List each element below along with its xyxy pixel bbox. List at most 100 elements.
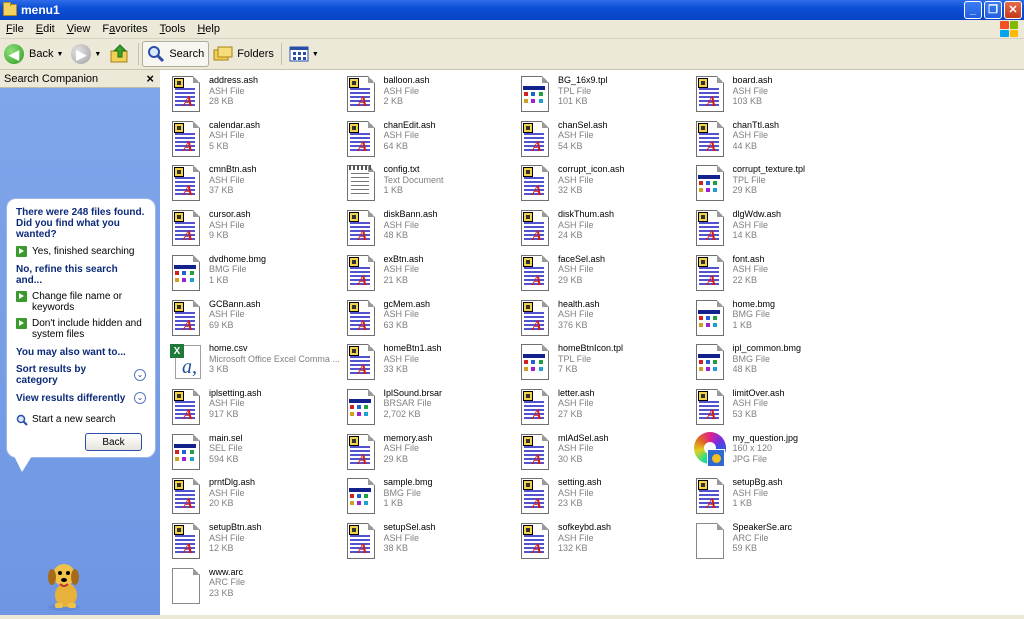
file-type: ASH File	[558, 487, 594, 498]
file-size: 64 KB	[383, 140, 409, 151]
forward-button[interactable]: ▶ ▼	[67, 41, 105, 67]
file-item[interactable]: homeBtnIcon.tpl TPL File 7 KB	[519, 342, 693, 386]
file-item[interactable]: AchanEdit.ash ASH File 64 KB	[345, 119, 519, 163]
up-folder-button[interactable]	[105, 41, 135, 67]
menu-item-view[interactable]: View	[61, 23, 97, 35]
file-item[interactable]: AsetupBg.ash ASH File 1 KB	[694, 476, 868, 520]
new-search-label: Start a new search	[32, 414, 116, 425]
menu-item-tools[interactable]: Tools	[154, 23, 192, 35]
chevron-down-icon[interactable]: ▼	[56, 51, 63, 58]
chevron-down-icon[interactable]: ⌄	[134, 369, 146, 381]
ash-file-icon: A	[519, 476, 552, 516]
file-item[interactable]: corrupt_texture.tpl TPL File 29 KB	[694, 163, 868, 207]
yes-finished-option[interactable]: Yes, finished searching	[16, 246, 146, 257]
file-item[interactable]: AcmnBtn.ash ASH File 37 KB	[170, 163, 344, 207]
file-item[interactable]: A GCBann.ash ASH File 69 KB	[170, 298, 344, 342]
chevron-down-icon[interactable]: ▼	[312, 51, 319, 58]
views-button[interactable]: ▼	[285, 41, 323, 67]
back-button[interactable]: Back	[85, 433, 142, 451]
change-file-name-option[interactable]: Change file name or keywords	[16, 291, 146, 313]
file-item[interactable]: Amemory.ash ASH File 29 KB	[345, 432, 519, 476]
file-item[interactable]: home.bmg BMG File 1 KB	[694, 298, 868, 342]
file-item[interactable]: AexBtn.ash ASH File 21 KB	[345, 253, 519, 297]
file-item[interactable]: AlimitOver.ash ASH File 53 KB	[694, 387, 868, 431]
chevron-down-icon[interactable]: ▼	[94, 51, 101, 58]
file-name: main.sel	[209, 432, 243, 443]
file-item[interactable]: config.txt Text Document 1 KB	[345, 163, 519, 207]
file-item[interactable]: AchanSel.ash ASH File 54 KB	[519, 119, 693, 163]
file-item[interactable]: Acursor.ash ASH File 9 KB	[170, 208, 344, 252]
chip-icon	[174, 122, 184, 133]
sort-results-option[interactable]: Sort results by category ⌄	[16, 364, 146, 386]
file-name: iplsetting.ash	[209, 387, 262, 398]
back-button[interactable]: ◀ Back ▼	[0, 41, 67, 67]
file-item[interactable]: Xa, home.csv Microsoft Office Excel Comma …	[170, 342, 344, 386]
file-item[interactable]: AfaceSel.ash ASH File 29 KB	[519, 253, 693, 297]
view-results-option[interactable]: View results differently ⌄	[16, 392, 146, 404]
chevron-down-icon[interactable]: ⌄	[134, 392, 146, 404]
file-type: ASH File	[209, 174, 245, 185]
file-item[interactable]: AgcMem.ash ASH File 63 KB	[345, 298, 519, 342]
file-item[interactable]: main.sel SEL File 594 KB	[170, 432, 344, 476]
menu-item-favorites[interactable]: Favorites	[96, 23, 153, 35]
file-size: 38 KB	[383, 543, 409, 553]
file-details: SpeakerSe.arc ARC File 59 KB	[733, 521, 793, 565]
menu-item-file[interactable]: File	[0, 23, 30, 35]
file-size: 29 KB	[383, 453, 409, 464]
file-item[interactable]: SpeakerSe.arc ARC File 59 KB	[694, 521, 868, 565]
file-item[interactable]: Aboard.ash ASH File 103 KB	[694, 74, 868, 118]
file-item[interactable]: Aletter.ash ASH File 27 KB	[519, 387, 693, 431]
file-item[interactable]: Asofkeybd.ash ASH File 132 KB	[519, 521, 693, 565]
file-item[interactable]: BG_16x9.tpl TPL File 101 KB	[519, 74, 693, 118]
file-item[interactable]: AdiskThum.ash ASH File 24 KB	[519, 208, 693, 252]
file-item[interactable]: Aballoon.ash ASH File 2 KB	[345, 74, 519, 118]
file-item[interactable]: Aiplsetting.ash ASH File 917 KB	[170, 387, 344, 431]
file-item[interactable]: AprntDlg.ash ASH File 20 KB	[170, 476, 344, 520]
search-button[interactable]: Search	[142, 41, 210, 67]
file-item[interactable]: Ahealth.ash ASH File 376 KB	[519, 298, 693, 342]
chip-icon	[174, 212, 184, 223]
bubble-tail	[14, 456, 32, 472]
file-item[interactable]: AhomeBtn1.ash ASH File 33 KB	[345, 342, 519, 386]
image-file-icon	[170, 253, 203, 293]
file-item[interactable]: Afont.ash ASH File 22 KB	[694, 253, 868, 297]
ash-file-icon: A	[345, 432, 378, 472]
file-item[interactable]: Acorrupt_icon.ash ASH File 32 KB	[519, 163, 693, 207]
file-item[interactable]: sample.bmg BMG File 1 KB	[345, 476, 519, 520]
menu-item-help[interactable]: Help	[191, 23, 226, 35]
menu-item-edit[interactable]: Edit	[30, 23, 61, 35]
rover-dog-icon[interactable]	[40, 557, 88, 613]
file-item[interactable]: IplSound.brsar BRSAR File 2,702 KB	[345, 387, 519, 431]
file-size: 917 KB	[209, 408, 239, 419]
file-name: chanTtl.ash	[732, 119, 780, 130]
file-item[interactable]: www.arc ARC File 23 KB	[170, 566, 344, 610]
file-name: letter.ash	[558, 387, 595, 398]
minimize-button[interactable]: _	[964, 1, 982, 19]
maximize-button[interactable]: ❐	[984, 1, 1002, 19]
file-item[interactable]: AsetupSel.ash ASH File 38 KB	[345, 521, 519, 565]
file-item[interactable]: AdlgWdw.ash ASH File 14 KB	[694, 208, 868, 252]
new-search-option[interactable]: Start a new search	[16, 414, 146, 426]
windows-logo-icon	[1000, 21, 1018, 37]
exclude-hidden-option[interactable]: Don't include hidden and system files	[16, 318, 146, 340]
file-item[interactable]: my_question.jpg 160 x 120 JPG File	[693, 431, 868, 476]
file-item[interactable]: Asetting.ash ASH File 23 KB	[519, 476, 693, 520]
file-name: sample.bmg	[383, 477, 433, 488]
file-item[interactable]: dvdhome.bmg BMG File 1 KB	[170, 253, 344, 297]
file-item[interactable]: AsetupBtn.ash ASH File 12 KB	[170, 521, 344, 565]
ash-file-icon: A	[519, 253, 552, 293]
file-item[interactable]: Acalendar.ash ASH File 5 KB	[170, 119, 344, 163]
file-item[interactable]: AdiskBann.ash ASH File 48 KB	[345, 208, 519, 252]
arrow-right-icon	[16, 246, 27, 257]
title-bar[interactable]: menu1 _ ❐ ✕	[0, 0, 1024, 20]
file-details: dlgWdw.ash ASH File 14 KB	[733, 208, 782, 252]
close-icon[interactable]: ×	[146, 71, 154, 86]
file-item[interactable]: AmlAdSel.ash ASH File 30 KB	[519, 432, 693, 476]
folders-button[interactable]: Folders	[209, 41, 278, 67]
file-details: dvdhome.bmg BMG File 1 KB	[209, 253, 266, 297]
file-item[interactable]: AchanTtl.ash ASH File 44 KB	[694, 119, 868, 163]
close-button[interactable]: ✕	[1004, 1, 1022, 19]
file-item[interactable]: ipl_common.bmg BMG File 48 KB	[694, 342, 868, 386]
file-name: gcMem.ash	[383, 298, 431, 309]
file-item[interactable]: Aaddress.ash ASH File 28 KB	[170, 74, 344, 118]
